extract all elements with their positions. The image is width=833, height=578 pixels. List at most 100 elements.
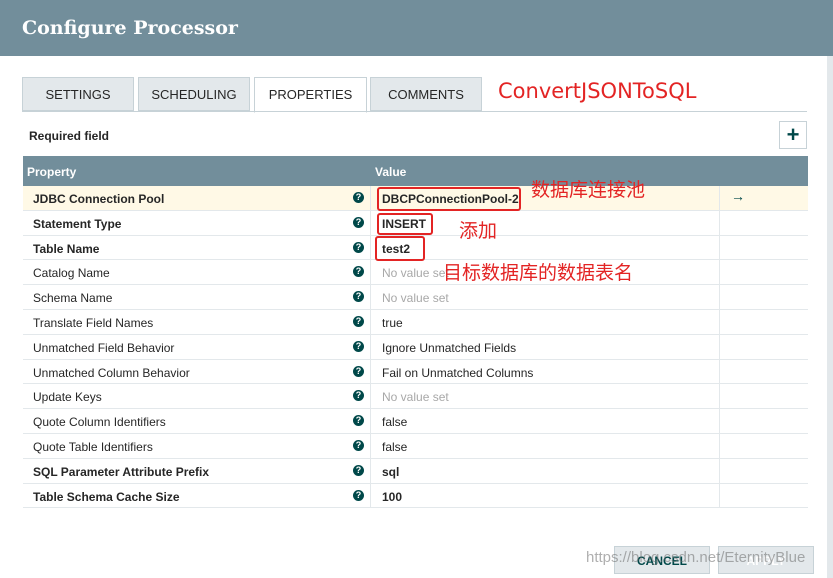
statement-annotation: 添加	[459, 220, 498, 242]
property-name-cell: Quote Table Identifiers?	[23, 433, 371, 458]
property-action-cell	[721, 285, 808, 309]
processor-type-annotation: ConvertJSONToSQL	[498, 79, 697, 103]
property-action-cell	[721, 459, 808, 483]
background-strip	[827, 56, 833, 578]
property-action-cell	[721, 211, 808, 235]
help-icon[interactable]: ?	[353, 464, 364, 476]
property-name: Statement Type	[33, 216, 122, 231]
table-row[interactable]: SQL Parameter Attribute Prefix? sql	[23, 458, 808, 484]
property-action-cell	[721, 384, 808, 408]
property-value-cell[interactable]: No value set	[372, 384, 720, 409]
required-field-label: Required field	[29, 129, 110, 143]
help-icon[interactable]: ?	[353, 340, 364, 352]
property-value: Fail on Unmatched Columns	[382, 365, 534, 380]
property-name: Quote Column Identifiers	[33, 415, 166, 430]
help-icon[interactable]: ?	[353, 266, 364, 278]
property-name: SQL Parameter Attribute Prefix	[33, 464, 210, 479]
property-name: Catalog Name	[33, 266, 110, 281]
table-row[interactable]: Catalog Name? No value set	[23, 260, 808, 286]
watermark: https://blog.csdn.net/EternityBlue	[586, 549, 806, 566]
property-action-cell	[721, 409, 808, 433]
property-name-cell: Unmatched Field Behavior?	[23, 334, 371, 359]
property-name: Update Keys	[33, 390, 102, 405]
property-action-cell	[721, 260, 808, 284]
tab-scheduling[interactable]: SCHEDULING	[138, 77, 250, 111]
property-value-cell[interactable]: true	[372, 309, 720, 334]
property-action-cell	[721, 310, 808, 334]
property-value: 100	[382, 489, 403, 504]
dialog-titlebar: Configure Processor	[0, 0, 833, 56]
property-name: Schema Name	[33, 291, 113, 306]
property-value: sql	[382, 464, 400, 479]
table-row[interactable]: Unmatched Column Behavior? Fail on Unmatc…	[23, 359, 808, 385]
table-row[interactable]: Quote Table Identifiers? false	[23, 433, 808, 459]
table-row[interactable]: Update Keys? No value set	[23, 384, 808, 410]
property-name-cell: Catalog Name?	[23, 260, 371, 285]
table-annotation: 目标数据库的数据表名	[443, 262, 634, 284]
jdbc-annotation: 数据库连接池	[531, 179, 646, 201]
property-value-cell[interactable]: 100	[372, 483, 720, 508]
highlight-table-value	[375, 236, 425, 261]
property-name: Unmatched Field Behavior	[33, 340, 175, 355]
property-value: No value set	[382, 390, 449, 405]
property-action-cell	[721, 434, 808, 458]
add-property-button[interactable]: +	[779, 121, 807, 149]
property-value-cell[interactable]: sql	[372, 458, 720, 483]
header-value: Value	[375, 165, 407, 179]
property-action-cell	[721, 335, 808, 359]
tab-comments[interactable]: COMMENTS	[370, 77, 482, 111]
help-icon[interactable]: ?	[353, 415, 364, 427]
property-value-cell[interactable]: false	[372, 433, 720, 458]
property-action-cell	[721, 484, 808, 508]
highlight-statement-value	[377, 213, 433, 235]
property-value: No value set	[382, 266, 449, 281]
dialog-title: Configure Processor	[22, 17, 238, 39]
help-icon[interactable]: ?	[353, 216, 364, 228]
table-row[interactable]: Table Schema Cache Size? 100	[23, 483, 808, 509]
property-name-cell: Quote Column Identifiers?	[23, 409, 371, 433]
property-name: Quote Table Identifiers	[33, 439, 153, 454]
property-value-cell[interactable]: false	[372, 409, 720, 433]
tab-properties[interactable]: PROPERTIES	[254, 77, 367, 113]
property-value-cell[interactable]: Fail on Unmatched Columns	[372, 359, 720, 384]
help-icon[interactable]: ?	[353, 192, 364, 203]
property-value-cell[interactable]: Ignore Unmatched Fields	[372, 334, 720, 359]
property-name-cell: JDBC Connection Pool?	[23, 186, 371, 210]
property-name-cell: Statement Type?	[23, 210, 371, 235]
help-icon[interactable]: ?	[353, 241, 364, 253]
table-row[interactable]: Schema Name? No value set	[23, 285, 808, 310]
property-value: No value set	[382, 291, 449, 306]
property-value: false	[382, 439, 408, 454]
help-icon[interactable]: ?	[353, 390, 364, 402]
property-value-cell[interactable]: No value set	[372, 285, 720, 309]
help-icon[interactable]: ?	[353, 489, 364, 501]
property-name-cell: Table Schema Cache Size?	[23, 483, 371, 508]
property-name-cell: Update Keys?	[23, 384, 371, 409]
property-value: false	[382, 415, 408, 430]
property-name-cell: Table Name?	[23, 235, 371, 260]
table-row[interactable]: Unmatched Field Behavior? Ignore Unmatche…	[23, 334, 808, 360]
help-icon[interactable]: ?	[353, 439, 364, 451]
tab-settings[interactable]: SETTINGS	[22, 77, 134, 111]
property-value: true	[382, 315, 403, 330]
tab-divider	[22, 111, 807, 112]
help-icon[interactable]: ?	[353, 365, 364, 377]
table-row[interactable]: Quote Column Identifiers? false	[23, 409, 808, 434]
property-name: Translate Field Names	[33, 315, 154, 330]
goto-arrow-icon[interactable]: →	[731, 188, 745, 204]
highlight-jdbc-value	[377, 187, 521, 211]
header-property: Property	[27, 165, 77, 179]
table-header: Property Value	[23, 156, 808, 186]
property-name-cell: SQL Parameter Attribute Prefix?	[23, 458, 371, 483]
property-name-cell: Schema Name?	[23, 285, 371, 309]
help-icon[interactable]: ?	[353, 291, 364, 303]
table-row[interactable]: Translate Field Names? true	[23, 309, 808, 335]
property-name: Unmatched Column Behavior	[33, 365, 190, 380]
help-icon[interactable]: ?	[353, 315, 364, 327]
property-action-cell	[721, 236, 808, 260]
property-action-cell	[721, 360, 808, 384]
property-name: Table Name	[33, 241, 100, 256]
property-action-cell: →	[721, 186, 808, 210]
property-name-cell: Unmatched Column Behavior?	[23, 359, 371, 384]
property-value: Ignore Unmatched Fields	[382, 340, 517, 355]
